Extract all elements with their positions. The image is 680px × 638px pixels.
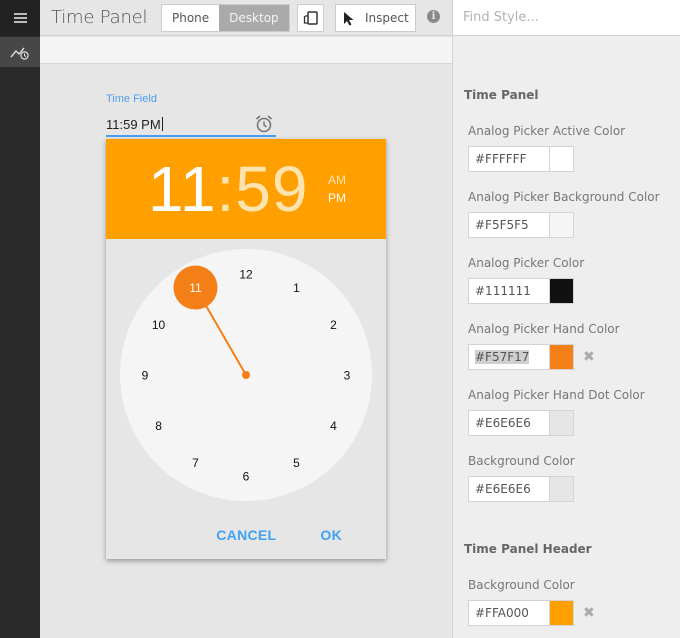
time-picker-header: 11:59 AM PM bbox=[106, 139, 386, 239]
hamburger-menu-button[interactable] bbox=[0, 0, 40, 36]
clock-number-9[interactable]: 9 bbox=[142, 369, 149, 383]
app-window: Time Panel Phone Desktop Inspect i Time … bbox=[0, 0, 680, 638]
chart-clock-icon bbox=[10, 47, 29, 60]
color-swatch[interactable] bbox=[550, 410, 574, 436]
section-title: Time Panel bbox=[464, 88, 539, 102]
color-hex-value: #FFA000 bbox=[475, 606, 529, 620]
section-title: Time Panel Header bbox=[464, 542, 592, 556]
property-row: #FFFFFF bbox=[468, 146, 574, 172]
close-x-icon[interactable]: ✖ bbox=[583, 605, 595, 621]
clock-number-4[interactable]: 4 bbox=[330, 419, 337, 433]
property-label: Background Color bbox=[468, 454, 575, 468]
color-hex-value: #FFFFFF bbox=[475, 152, 527, 166]
property-label: Analog Picker Hand Color bbox=[468, 322, 620, 336]
rail-item-time-panel[interactable] bbox=[0, 37, 40, 67]
color-hex-input[interactable]: #FFFFFF bbox=[468, 146, 550, 172]
color-hex-input[interactable]: #111111 bbox=[468, 278, 550, 304]
left-rail bbox=[0, 0, 40, 638]
clock-number-5[interactable]: 5 bbox=[293, 456, 300, 470]
find-style-input[interactable] bbox=[453, 0, 680, 35]
clock-hand-center-dot bbox=[242, 371, 250, 379]
clock-number-2[interactable]: 2 bbox=[330, 318, 337, 332]
styles-panel: Time Panel Analog Picker Active Color #FFF… bbox=[453, 0, 680, 638]
clock-number-11[interactable]: 11 bbox=[189, 281, 202, 295]
color-swatch[interactable] bbox=[550, 600, 574, 626]
alarm-clock-icon[interactable] bbox=[254, 114, 274, 134]
property-label: Analog Picker Active Color bbox=[468, 124, 626, 138]
pm-toggle[interactable]: PM bbox=[328, 191, 346, 205]
time-field-value: 11:59 PM bbox=[106, 117, 161, 132]
close-x-icon[interactable]: ✖ bbox=[583, 349, 595, 365]
selected-minute-display[interactable]: 59 bbox=[235, 153, 308, 225]
color-hex-input[interactable]: #F57F17 bbox=[468, 344, 550, 370]
page-title: Time Panel bbox=[51, 7, 148, 28]
time-field-label: Time Field bbox=[106, 93, 157, 105]
clock-number-1[interactable]: 1 bbox=[293, 281, 300, 295]
desktop-view-button[interactable]: Desktop bbox=[219, 5, 289, 31]
ok-button[interactable]: OK bbox=[320, 527, 342, 543]
clock-number-3[interactable]: 3 bbox=[344, 369, 351, 383]
color-hex-value: #E6E6E6 bbox=[475, 482, 531, 496]
property-row: #E6E6E6 bbox=[468, 410, 574, 436]
selected-hour-display[interactable]: 11 bbox=[148, 153, 216, 225]
cancel-button[interactable]: CANCEL bbox=[216, 527, 276, 543]
device-rotate-icon bbox=[303, 11, 318, 25]
view-mode-toggle: Phone Desktop bbox=[161, 4, 290, 32]
property-row: #FFA000 ✖ bbox=[468, 600, 595, 626]
time-separator: : bbox=[216, 153, 236, 225]
clock-number-8[interactable]: 8 bbox=[155, 419, 162, 433]
sub-toolbar bbox=[40, 37, 452, 64]
clock-number-6[interactable]: 6 bbox=[243, 470, 250, 484]
clock-number-7[interactable]: 7 bbox=[192, 456, 199, 470]
color-swatch[interactable] bbox=[550, 212, 574, 238]
color-swatch[interactable] bbox=[550, 146, 574, 172]
text-caret bbox=[161, 117, 163, 131]
clock-number-10[interactable]: 10 bbox=[152, 318, 166, 332]
property-label: Analog Picker Color bbox=[468, 256, 585, 270]
rotate-device-button[interactable] bbox=[297, 4, 324, 32]
info-icon[interactable]: i bbox=[427, 10, 440, 23]
color-hex-value: #111111 bbox=[475, 284, 531, 298]
inspect-label: Inspect bbox=[365, 11, 409, 25]
color-hex-value: #E6E6E6 bbox=[475, 416, 531, 430]
color-hex-input[interactable]: #FFA000 bbox=[468, 600, 550, 626]
color-hex-value: #F5F5F5 bbox=[475, 218, 529, 232]
am-toggle[interactable]: AM bbox=[328, 173, 346, 187]
time-picker-dialog: 11:59 AM PM 12 1 2 3 4 5 6 7 8 9 10 11 CANCEL OK bbox=[106, 139, 386, 559]
property-row: #F57F17 ✖ bbox=[468, 344, 595, 370]
property-label: Background Color bbox=[468, 578, 575, 592]
color-hex-input[interactable]: #E6E6E6 bbox=[468, 410, 550, 436]
clock-number-12[interactable]: 12 bbox=[239, 268, 253, 282]
color-swatch[interactable] bbox=[550, 278, 574, 304]
property-row: #E6E6E6 bbox=[468, 476, 574, 502]
time-field-input[interactable]: 11:59 PM bbox=[106, 113, 276, 137]
color-swatch[interactable] bbox=[550, 476, 574, 502]
phone-view-button[interactable]: Phone bbox=[162, 5, 219, 31]
property-label: Analog Picker Hand Dot Color bbox=[468, 388, 645, 402]
color-hex-input[interactable]: #E6E6E6 bbox=[468, 476, 550, 502]
find-style-bar bbox=[453, 0, 680, 36]
hamburger-icon bbox=[13, 17, 27, 19]
property-row: #F5F5F5 bbox=[468, 212, 574, 238]
color-swatch[interactable] bbox=[550, 344, 574, 370]
analog-clock-face[interactable]: 121234567891011 bbox=[106, 239, 386, 509]
color-hex-value: #F57F17 bbox=[475, 350, 530, 364]
color-hex-input[interactable]: #F5F5F5 bbox=[468, 212, 550, 238]
picker-actions: CANCEL OK bbox=[216, 527, 386, 543]
top-toolbar: Time Panel Phone Desktop Inspect i bbox=[40, 0, 452, 36]
cursor-arrow-icon bbox=[344, 11, 354, 25]
property-row: #111111 bbox=[468, 278, 574, 304]
property-label: Analog Picker Background Color bbox=[468, 190, 660, 204]
design-canvas: Time Field 11:59 PM 11:59 AM PM 12 1 2 3 4 5 6… bbox=[40, 65, 452, 638]
inspect-button[interactable]: Inspect bbox=[335, 4, 416, 32]
